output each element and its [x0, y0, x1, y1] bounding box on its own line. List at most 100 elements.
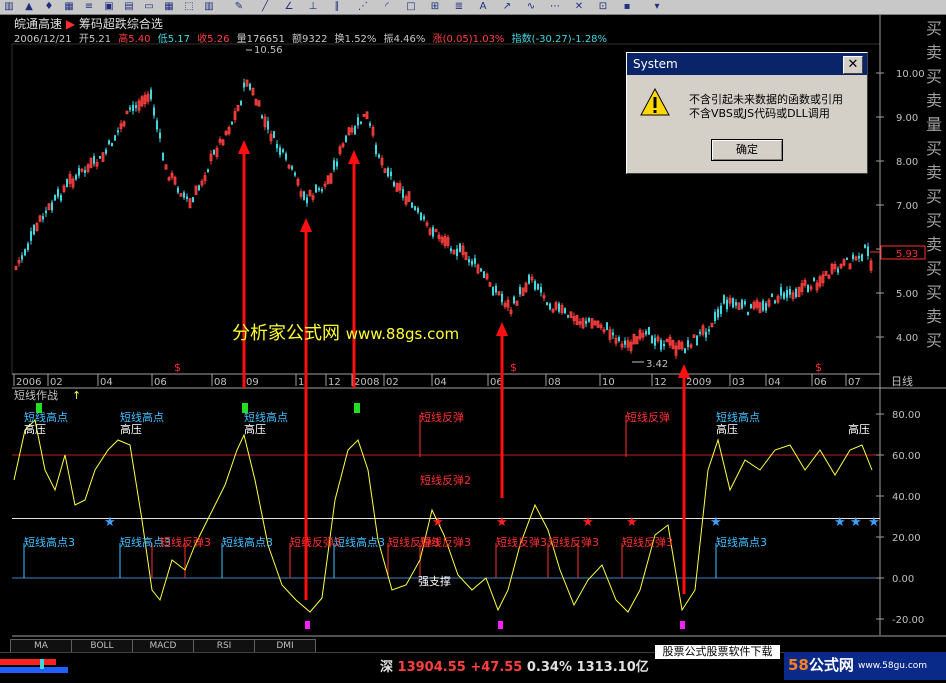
buy-arrow-head-icon	[300, 218, 312, 232]
date-tick-label: 04	[768, 377, 781, 388]
signal-label: 短线反弹3	[496, 535, 547, 549]
candle-body	[483, 271, 485, 278]
split-marker-icon: $	[174, 361, 181, 374]
date-tick-label: 02	[386, 377, 399, 388]
candle-body	[135, 105, 137, 109]
candle-body	[735, 302, 737, 306]
signal-label: 短线高点	[120, 410, 164, 424]
candle-body	[852, 254, 854, 260]
candle-body	[726, 299, 728, 310]
logo-url: www.58gu.com	[858, 661, 928, 671]
candle-body	[528, 274, 530, 284]
candle-body	[378, 154, 380, 158]
candle-body	[108, 140, 110, 145]
candle-body	[393, 181, 395, 187]
market-index[interactable]: 深 13904.55 +47.55 0.34% 1313.10亿	[380, 656, 649, 675]
date-tick-label: 12	[328, 377, 341, 388]
up-arrow-icon: ↑	[72, 389, 81, 402]
signal-label: 短线高点3	[222, 535, 273, 549]
price-tick-label: 9.00	[896, 113, 918, 124]
candle-body	[315, 184, 317, 193]
price-axis: 10.009.008.007.006.005.004.005.93	[870, 69, 926, 344]
candle-body	[192, 197, 194, 203]
candle-body	[456, 248, 458, 257]
candle-body	[771, 293, 773, 297]
split-marker-icon: $	[815, 361, 822, 374]
candle-body	[813, 277, 815, 281]
candle-body	[480, 268, 482, 272]
watermark-url: www.88gs.com	[345, 325, 460, 343]
dialog-message: 不含引起未来数据的函数或引用 不含VBS或JS代码或DLL调用	[689, 93, 843, 121]
candle-body	[360, 121, 362, 124]
candle-body	[177, 187, 179, 193]
magenta-signal-block	[498, 621, 503, 629]
candle-body	[402, 189, 404, 198]
candle-body	[279, 147, 281, 155]
candle-body	[750, 303, 752, 309]
sub-tick-label: 60.00	[892, 451, 921, 462]
candle-body	[741, 299, 743, 309]
candle-body	[114, 135, 116, 141]
candle-body	[645, 331, 647, 335]
peak-label: 10.56	[254, 45, 283, 56]
price-tick-label: 5.00	[896, 289, 918, 300]
watermark-cn: 分析家公式网	[232, 323, 340, 344]
candle-body	[78, 168, 80, 176]
candle-body	[57, 189, 59, 197]
candle-body	[354, 125, 356, 135]
candle-body	[132, 104, 134, 112]
candle-body	[417, 208, 419, 213]
right-panel-char: 买	[926, 259, 943, 278]
signal-label: 短线反弹3	[160, 535, 211, 549]
candle-body	[273, 131, 275, 139]
signal-label: 短线反弹3	[548, 535, 599, 549]
candle-body	[714, 312, 716, 322]
blue-star-icon: ★	[710, 515, 722, 530]
candle-body	[207, 169, 209, 172]
site-logo: 58公式网 www.58gu.com	[784, 652, 946, 680]
signal-label: 高压	[716, 422, 738, 436]
date-tick-label: 04	[434, 377, 447, 388]
tab-ma[interactable]: MA	[10, 639, 72, 653]
tab-macd[interactable]: MACD	[132, 639, 194, 653]
ad-banner[interactable]: 股票公式股票软件下载	[655, 645, 780, 659]
candle-body	[213, 149, 215, 155]
date-tick-label: 04	[100, 377, 113, 388]
ok-button[interactable]: 确定	[711, 139, 783, 161]
date-tick-label: 12	[654, 377, 667, 388]
candle-body	[564, 308, 566, 314]
date-tick-label: 2006	[16, 377, 41, 388]
period-label[interactable]: 日线	[891, 374, 913, 388]
tab-boll[interactable]: BOLL	[71, 639, 133, 653]
candle-body	[624, 340, 626, 345]
candle-body	[687, 340, 689, 347]
right-panel-chars: 买卖买卖量买卖买买卖买买卖买	[924, 15, 946, 375]
candle-body	[369, 123, 371, 126]
candle-body	[651, 335, 653, 344]
candle-body	[861, 254, 863, 261]
tab-rsi[interactable]: RSI	[193, 639, 255, 653]
candle-body	[231, 121, 233, 125]
signal-label: 高压	[244, 422, 266, 436]
candle-body	[153, 107, 155, 116]
candle-body	[789, 288, 791, 295]
candle-body	[150, 89, 152, 100]
candle-body	[159, 132, 161, 139]
signal-label: 短线反弹3	[622, 535, 673, 549]
magenta-signal-block	[680, 621, 685, 629]
candle-body	[696, 335, 698, 346]
close-icon[interactable]: ✕	[843, 56, 863, 74]
candle-body	[99, 156, 101, 159]
candle-body	[468, 259, 470, 263]
market-value: 13904.55	[397, 660, 466, 675]
signal-label: 短线高点3	[334, 535, 385, 549]
sub-tick-label: 20.00	[892, 533, 921, 544]
candle-body	[423, 216, 425, 220]
tab-dmi[interactable]: DMI	[254, 639, 316, 653]
candle-body	[837, 268, 839, 273]
signal-label: 短线高点	[244, 410, 288, 424]
candle-body	[723, 295, 725, 304]
right-panel-char: 量	[926, 115, 943, 134]
candle-body	[534, 280, 536, 290]
candle-body	[261, 115, 263, 119]
